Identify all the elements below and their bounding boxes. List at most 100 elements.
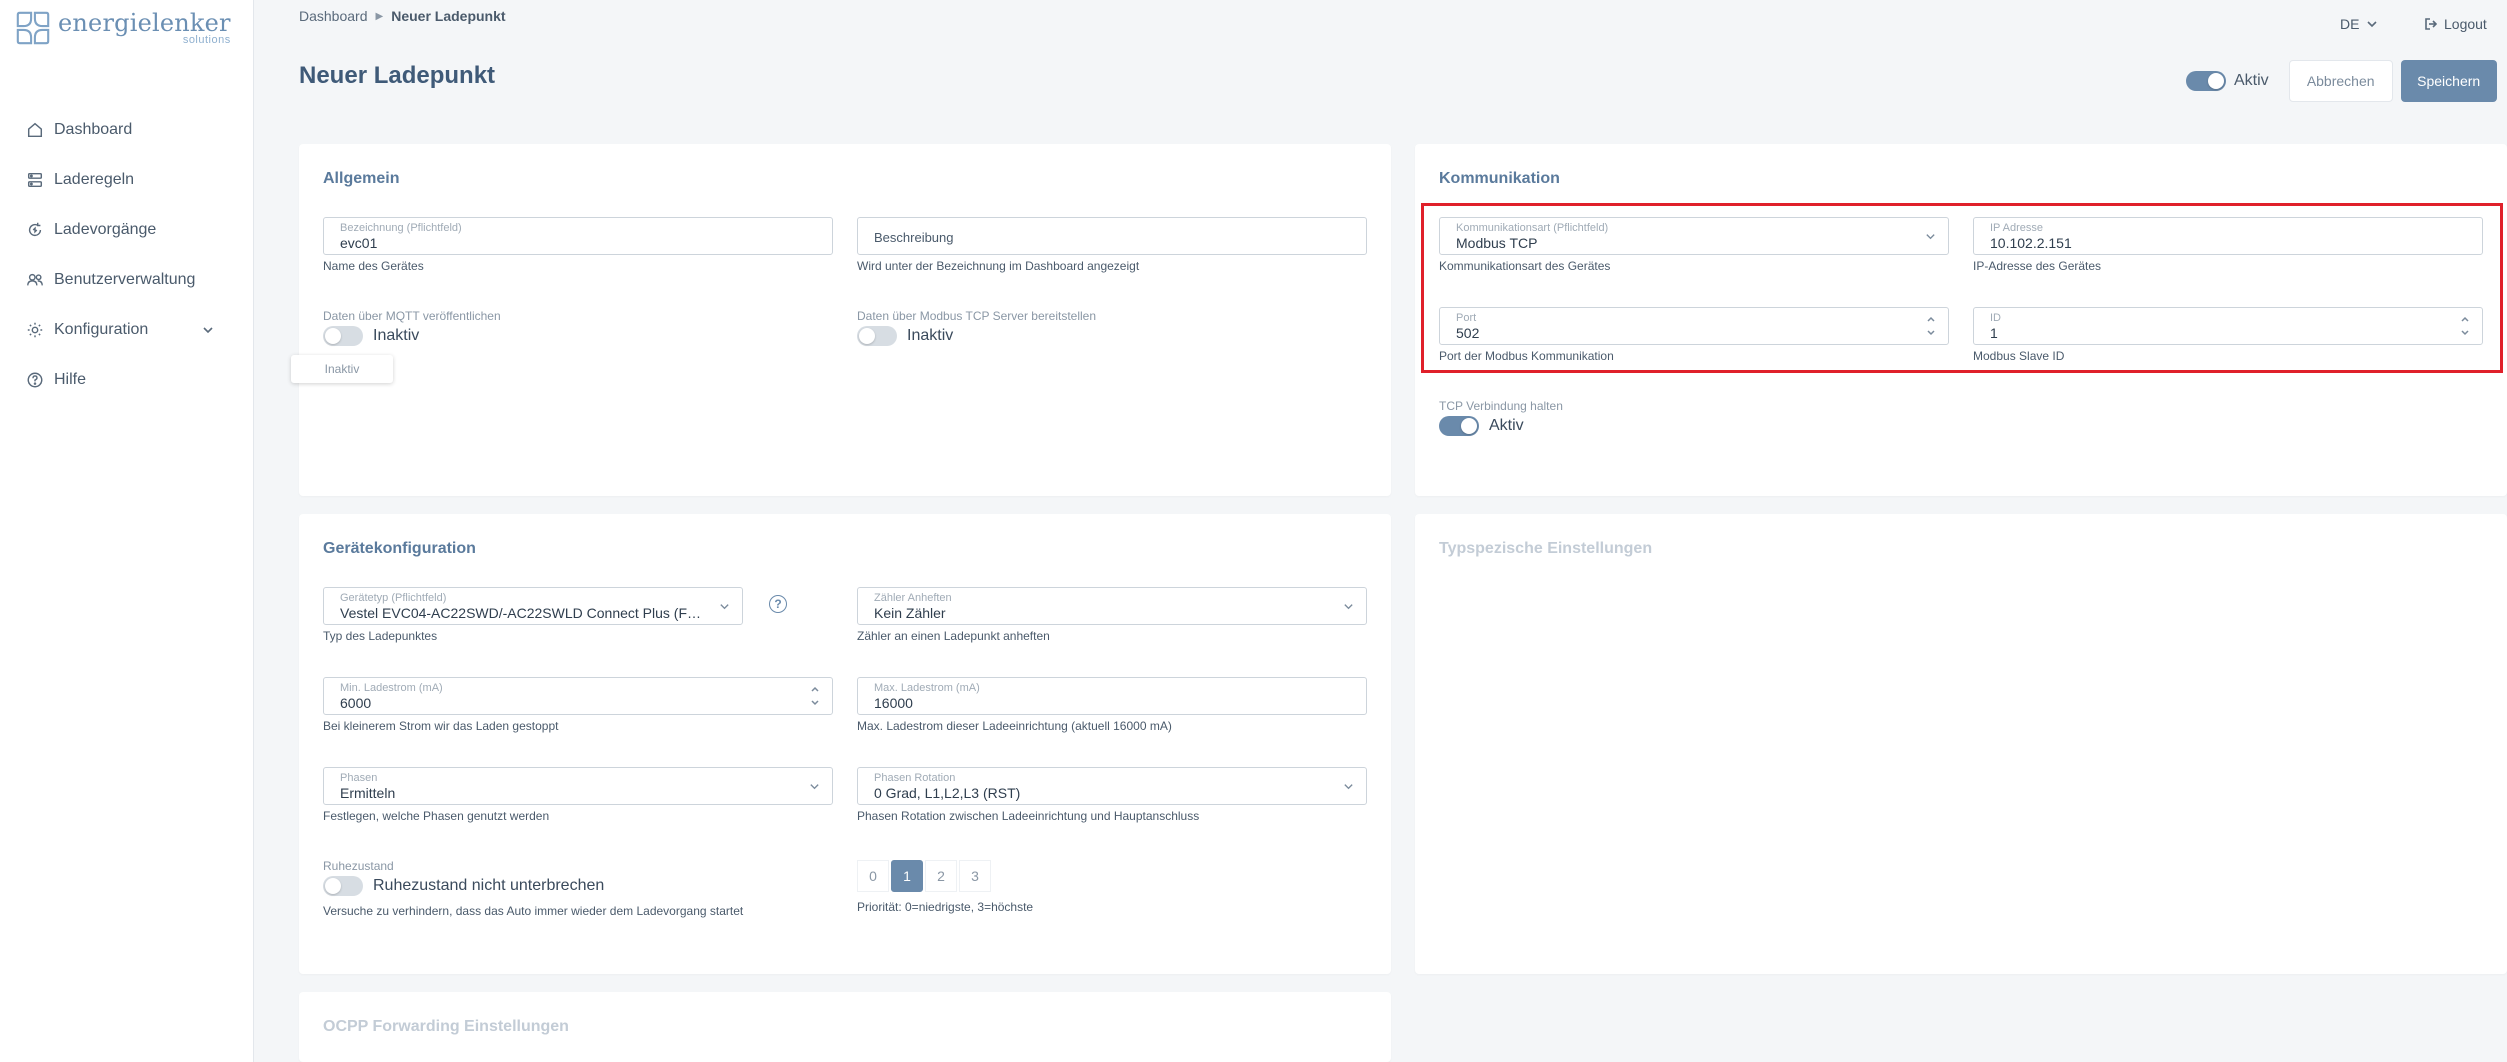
modbus-server-toggle-label: Inaktiv <box>907 327 954 344</box>
sidebar-item-konfiguration[interactable]: Konfiguration <box>0 305 254 355</box>
users-icon <box>27 273 43 286</box>
breadcrumb-home[interactable]: Dashboard <box>299 8 368 24</box>
priority-option-0[interactable]: 0 <box>857 860 889 892</box>
name-field-label: Bezeichnung (Pflichtfeld) <box>340 222 462 234</box>
active-toggle-label: Aktiv <box>2234 72 2269 89</box>
idle-hint: Versuche zu verhindern, dass das Auto im… <box>323 904 744 918</box>
device-card: Gerätekonfiguration Gerätetyp (Pflichtfe… <box>299 514 1391 974</box>
name-field[interactable]: Bezeichnung (Pflichtfeld) evc01 <box>323 217 833 255</box>
min-current-label: Min. Ladestrom (mA) <box>340 682 443 694</box>
chevron-down-icon <box>720 604 729 610</box>
priority-hint: Priorität: 0=niedrigste, 3=höchste <box>857 900 1034 914</box>
phases-select[interactable]: Phasen Ermitteln <box>323 767 833 805</box>
highlight-box <box>1421 203 2503 373</box>
page-title: Neuer Ladepunkt <box>299 62 496 89</box>
phase-rotation-label: Phasen Rotation <box>874 772 956 784</box>
device-type-help-icon[interactable]: ? <box>769 595 787 613</box>
mqtt-label: Daten über MQTT veröffentlichen <box>323 309 501 323</box>
communication-card-title: Kommunikation <box>1439 170 1560 187</box>
tcp-keepalive-label: TCP Verbindung halten <box>1439 399 1563 413</box>
refresh-icon <box>28 222 42 237</box>
home-icon <box>27 122 43 138</box>
sidebar-item-label: Laderegeln <box>54 171 135 188</box>
sidebar-item-dashboard[interactable]: Dashboard <box>0 105 254 155</box>
ocpp-card-title: OCPP Forwarding Einstellungen <box>323 1018 569 1035</box>
priority-option-2[interactable]: 2 <box>925 860 957 892</box>
meter-hint: Zähler an einen Ladepunkt anheften <box>857 629 1050 643</box>
language-value: DE <box>2340 16 2360 32</box>
sidebar-item-label: Hilfe <box>54 371 87 388</box>
priority-option-1[interactable]: 1 <box>891 860 923 892</box>
header-actions: Aktiv Abbrechen Speichern <box>2186 60 2497 102</box>
idle-toggle-row: Ruhezustand nicht unterbrechen <box>323 876 604 896</box>
sidebar-item-label: Benutzerverwaltung <box>54 271 196 288</box>
tcp-keepalive-toggle[interactable] <box>1439 416 1479 436</box>
min-current-field[interactable]: Min. Ladestrom (mA) 6000 <box>323 677 833 715</box>
mqtt-toggle-row: Inaktiv <box>323 326 419 346</box>
mqtt-toggle[interactable] <box>323 326 363 346</box>
device-type-value: Vestel EVC04-AC22SWD/-AC22SWLD Connect P… <box>340 605 712 621</box>
tcp-keepalive-toggle-label: Aktiv <box>1489 417 1524 434</box>
priority-option-3[interactable]: 3 <box>959 860 991 892</box>
logout-icon <box>2425 18 2438 30</box>
description-field[interactable]: Beschreibung <box>857 217 1367 255</box>
max-current-hint: Max. Ladestrom dieser Ladeeinrichtung (a… <box>857 719 1172 733</box>
sidebar: energielenker solutions Dashboard Ladere… <box>0 0 254 1062</box>
phase-rotation-select[interactable]: Phasen Rotation 0 Grad, L1,L2,L3 (RST) <box>857 767 1367 805</box>
sidebar-item-label: Ladevorgänge <box>54 221 157 238</box>
brand-logo[interactable]: energielenker solutions <box>14 9 231 47</box>
help-icon <box>27 372 43 388</box>
type-specific-card-title: Typspezische Einstellungen <box>1439 540 1653 557</box>
description-field-placeholder: Beschreibung <box>874 230 954 245</box>
chevron-down-icon <box>1344 604 1353 610</box>
meter-select[interactable]: Zähler Anheften Kein Zähler <box>857 587 1367 625</box>
sidebar-item-benutzerverwaltung[interactable]: Benutzerverwaltung <box>0 255 254 305</box>
min-current-value: 6000 <box>340 695 372 711</box>
chevron-down-icon <box>2367 21 2378 28</box>
modbus-server-toggle-row: Inaktiv <box>857 326 953 346</box>
general-card: Allgemein Bezeichnung (Pflichtfeld) evc0… <box>299 144 1391 496</box>
idle-label: Ruhezustand <box>323 859 394 873</box>
phases-label: Phasen <box>340 772 378 784</box>
mqtt-toggle-label: Inaktiv <box>373 327 420 344</box>
breadcrumb-current: Neuer Ladepunkt <box>391 8 506 24</box>
min-current-hint: Bei kleinerem Strom wir das Laden gestop… <box>323 719 559 733</box>
general-card-title: Allgemein <box>323 170 400 187</box>
brand-name: energielenker <box>58 9 231 37</box>
active-toggle[interactable] <box>2186 71 2226 91</box>
chevron-down-icon <box>203 327 213 334</box>
sidebar-item-hilfe[interactable]: Hilfe <box>0 355 254 405</box>
name-field-value: evc01 <box>340 235 378 251</box>
chevron-down-icon <box>1344 784 1353 790</box>
type-specific-card: Typspezische Einstellungen <box>1415 514 2507 974</box>
tooltip: Inaktiv <box>291 355 393 383</box>
device-type-hint: Typ des Ladepunktes <box>323 629 438 643</box>
breadcrumb-separator-icon: ▶ <box>375 10 384 22</box>
device-type-label: Gerätetyp (Pflichtfeld) <box>340 592 447 604</box>
modbus-server-label: Daten über Modbus TCP Server bereitstell… <box>857 309 1097 323</box>
idle-toggle[interactable] <box>323 876 363 896</box>
logout-button[interactable]: Logout <box>2424 16 2487 32</box>
logout-label: Logout <box>2444 16 2487 32</box>
stepper-icon[interactable] <box>810 683 820 709</box>
gear-icon <box>27 322 43 338</box>
description-field-hint: Wird unter der Bezeichnung im Dashboard … <box>857 259 1140 273</box>
modbus-server-toggle[interactable] <box>857 326 897 346</box>
idle-toggle-label: Ruhezustand nicht unterbrechen <box>373 877 605 894</box>
cancel-button[interactable]: Abbrechen <box>2288 60 2393 102</box>
max-current-label: Max. Ladestrom (mA) <box>874 682 980 694</box>
phases-value: Ermitteln <box>340 785 396 801</box>
priority-selector: 0 1 2 3 <box>857 860 991 892</box>
language-selector[interactable]: DE <box>2340 16 2379 32</box>
phase-rotation-hint: Phasen Rotation zwischen Ladeeinrichtung… <box>857 809 1200 823</box>
sidebar-item-label: Konfiguration <box>54 321 149 338</box>
meter-value: Kein Zähler <box>874 605 946 621</box>
device-type-select[interactable]: Gerätetyp (Pflichtfeld) Vestel EVC04-AC2… <box>323 587 743 625</box>
sidebar-item-laderegeln[interactable]: Laderegeln <box>0 155 254 205</box>
chevron-down-icon <box>810 784 819 790</box>
sidebar-item-ladevorgaenge[interactable]: Ladevorgänge <box>0 205 254 255</box>
name-field-hint: Name des Gerätes <box>323 259 424 273</box>
ocpp-card: OCPP Forwarding Einstellungen <box>299 992 1391 1062</box>
save-button[interactable]: Speichern <box>2400 60 2497 102</box>
max-current-field[interactable]: Max. Ladestrom (mA) 16000 <box>857 677 1367 715</box>
